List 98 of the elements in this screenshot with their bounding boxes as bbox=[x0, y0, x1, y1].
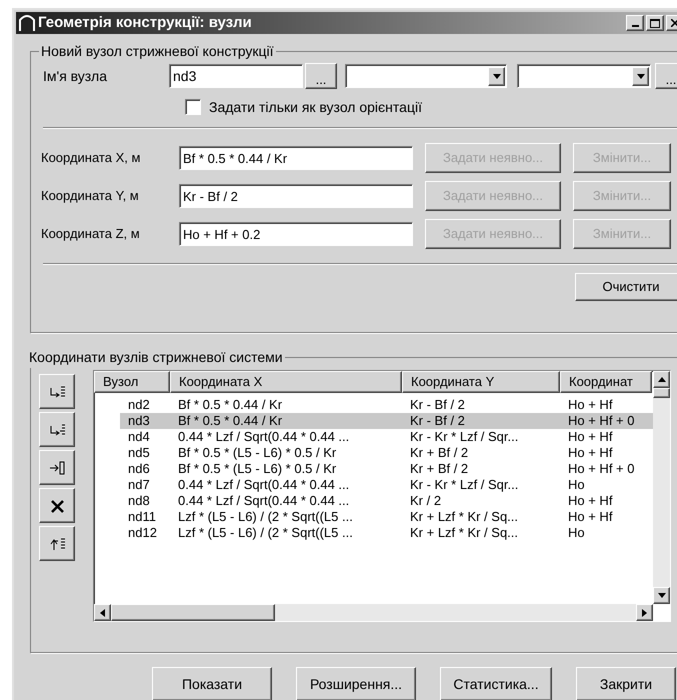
table-cell-text: Kr + Lzf * Kr / Sq... bbox=[409, 525, 520, 541]
table-cell-text: nd2 bbox=[127, 397, 151, 413]
dropdown-field[interactable] bbox=[517, 64, 651, 88]
table-cell-text: Kr + Bf / 2 bbox=[409, 461, 470, 477]
table-cell-text: nd6 bbox=[127, 461, 151, 477]
insert-child-icon bbox=[48, 422, 66, 438]
scroll-thumb[interactable] bbox=[111, 604, 275, 621]
table-cell-text: Ho bbox=[567, 477, 586, 493]
dialog-button[interactable]: Розширення... bbox=[296, 667, 416, 700]
scroll-thumb[interactable] bbox=[653, 388, 670, 398]
table-cell-text: Bf * 0.5 * (L5 - L6) * 0.5 / Kr bbox=[177, 445, 338, 461]
group-title: Координати вузлів стрижневої системи bbox=[28, 348, 284, 367]
checkbox[interactable] bbox=[185, 99, 201, 115]
dropdown-field[interactable] bbox=[345, 64, 507, 88]
table-cell-text: Kr + Bf / 2 bbox=[409, 445, 470, 461]
table-cell-text: nd8 bbox=[127, 493, 151, 509]
table-cell-text: nd11 bbox=[127, 509, 157, 525]
table-row[interactable]: nd8 0.44 * Lzf / Sqrt(0.44 * 0.44 ... Kr / 2 Ho + Hf bbox=[120, 493, 653, 509]
minimize-button[interactable] bbox=[626, 15, 644, 31]
table-cell-text: Kr - Kr * Lzf / Sqr... bbox=[409, 477, 520, 493]
scroll-left-button[interactable] bbox=[94, 604, 111, 621]
column-header[interactable]: Координата Y bbox=[402, 371, 560, 393]
dialog-button[interactable]: Статистика... bbox=[440, 667, 552, 700]
table-cell-text: Bf * 0.5 * 0.44 / Kr bbox=[177, 413, 284, 429]
table-cell-text: Lzf * (L5 - L6) / (2 * Sqrt((L5 ... bbox=[177, 509, 354, 525]
table-cell-text: nd3 bbox=[127, 413, 151, 429]
column-header[interactable]: Вузол bbox=[94, 371, 170, 393]
left-arrow-icon bbox=[100, 608, 105, 616]
coordinate-field[interactable]: Ho + Hf + 0.2 bbox=[179, 222, 413, 246]
arch-icon bbox=[18, 14, 36, 32]
close-icon bbox=[671, 19, 677, 27]
clear-button[interactable]: Очистити bbox=[575, 273, 677, 301]
table-cell-text: Ho + Hf bbox=[567, 429, 614, 445]
table-row[interactable]: nd6 Bf * 0.5 * (L5 - L6) * 0.5 / Kr Kr + Bf / 2 Ho + Hf + 0 bbox=[120, 461, 653, 477]
table-cell-text: nd7 bbox=[127, 477, 151, 493]
group-title: Новий вузол стрижневої конструкції bbox=[40, 42, 275, 61]
toolbar-button[interactable] bbox=[39, 488, 75, 523]
table-cell-text: Kr + Lzf * Kr / Sq... bbox=[409, 509, 520, 525]
table-cell-text: Ho + Hf + 0 bbox=[567, 461, 636, 477]
move-in-icon bbox=[48, 460, 66, 476]
table-cell-text: nd5 bbox=[127, 445, 151, 461]
table-cell-text: Kr - Bf / 2 bbox=[409, 413, 466, 429]
table-cell-text: 0.44 * Lzf / Sqrt(0.44 * 0.44 ... bbox=[177, 493, 350, 509]
table-cell-text: Kr / 2 bbox=[409, 493, 442, 509]
table-row[interactable]: nd7 0.44 * Lzf / Sqrt(0.44 * 0.44 ... Kr - Kr * Lzf / Sqr... Ho bbox=[120, 477, 653, 493]
toolbar-button[interactable] bbox=[39, 412, 75, 447]
field-label: Координата X, м bbox=[41, 149, 142, 168]
column-header[interactable]: Координата X bbox=[170, 371, 402, 393]
table-cell-text: Ho + Hf bbox=[567, 509, 614, 525]
field-label: Координата Y, м bbox=[41, 187, 140, 206]
table-cell-text: Bf * 0.5 * (L5 - L6) * 0.5 / Kr bbox=[177, 461, 338, 477]
name-field[interactable]: nd3 bbox=[169, 64, 303, 88]
toolbar-button[interactable] bbox=[39, 374, 75, 409]
table-cell-text: Ho + Hf bbox=[567, 445, 614, 461]
down-arrow-icon bbox=[658, 593, 666, 598]
move-up-icon bbox=[48, 536, 66, 552]
table-cell-text: Ho bbox=[567, 525, 586, 541]
maximize-icon bbox=[650, 18, 660, 28]
coordinate-field[interactable]: Kr - Bf / 2 bbox=[179, 184, 413, 208]
checkbox-label: Задати тільки як вузол орієнтації bbox=[209, 98, 422, 117]
table-cell-text: Kr - Kr * Lzf / Sqr... bbox=[409, 429, 520, 445]
right-arrow-icon bbox=[642, 608, 647, 616]
table-row[interactable]: nd4 0.44 * Lzf / Sqrt(0.44 * 0.44 ... Kr - Kr * Lzf / Sqr... Ho + Hf bbox=[120, 429, 653, 445]
table-cell-text: Ho + Hf + 0 bbox=[567, 413, 636, 429]
maximize-button[interactable] bbox=[646, 15, 664, 31]
coordinate-field[interactable]: Bf * 0.5 * 0.44 / Kr bbox=[179, 146, 413, 170]
minimize-icon bbox=[632, 25, 638, 27]
scroll-up-button[interactable] bbox=[653, 371, 670, 388]
dialog-button[interactable]: Закрити bbox=[576, 667, 676, 700]
table-cell-text: Kr - Bf / 2 bbox=[409, 397, 466, 413]
table-cell-text: 0.44 * Lzf / Sqrt(0.44 * 0.44 ... bbox=[177, 429, 350, 445]
horizontal-scrollbar[interactable] bbox=[94, 604, 653, 621]
dialog-button[interactable]: Показати bbox=[152, 667, 272, 700]
toolbar-button[interactable] bbox=[39, 450, 75, 485]
field-label: Координата Z, м bbox=[41, 225, 141, 244]
table-cell-text: Ho + Hf bbox=[567, 493, 614, 509]
table-row[interactable]: nd5 Bf * 0.5 * (L5 - L6) * 0.5 / Kr Kr + Bf / 2 Ho + Hf bbox=[120, 445, 653, 461]
table-cell-text: Bf * 0.5 * 0.44 / Kr bbox=[177, 397, 284, 413]
scroll-down-button[interactable] bbox=[653, 587, 670, 604]
up-arrow-icon bbox=[658, 377, 666, 382]
window-title: Геометрія конструкції: вузли bbox=[38, 12, 253, 33]
vertical-scrollbar[interactable] bbox=[653, 371, 670, 604]
table-cell-text: nd12 bbox=[127, 525, 158, 541]
browse-button[interactable]: ... bbox=[305, 63, 337, 89]
table-cell-text: Ho + Hf bbox=[567, 397, 614, 413]
table-row[interactable]: nd11 Lzf * (L5 - L6) / (2 * Sqrt((L5 ... Kr + Lzf * Kr / Sq... Ho + Hf bbox=[120, 509, 653, 525]
toolbar-button[interactable] bbox=[39, 526, 75, 561]
table-cell-text: Lzf * (L5 - L6) / (2 * Sqrt((L5 ... bbox=[177, 525, 354, 541]
column-header[interactable]: Координат bbox=[560, 371, 652, 393]
table-row[interactable]: nd3 Bf * 0.5 * 0.44 / Kr Kr - Bf / 2 Ho + Hf + 0 bbox=[120, 413, 653, 429]
table-cell-text: nd4 bbox=[127, 429, 151, 445]
browse-button[interactable]: ... bbox=[655, 63, 677, 89]
table-cell-text: 0.44 * Lzf / Sqrt(0.44 * 0.44 ... bbox=[177, 477, 350, 493]
scroll-right-button[interactable] bbox=[636, 604, 653, 621]
table-row[interactable]: nd12 Lzf * (L5 - L6) / (2 * Sqrt((L5 ... Kr + Lzf * Kr / Sq... Ho bbox=[120, 525, 653, 541]
insert-row-icon bbox=[48, 384, 66, 400]
table-row[interactable]: nd2 Bf * 0.5 * 0.44 / Kr Kr - Bf / 2 Ho + Hf bbox=[120, 397, 653, 413]
field-label: Ім'я вузла bbox=[43, 66, 108, 86]
